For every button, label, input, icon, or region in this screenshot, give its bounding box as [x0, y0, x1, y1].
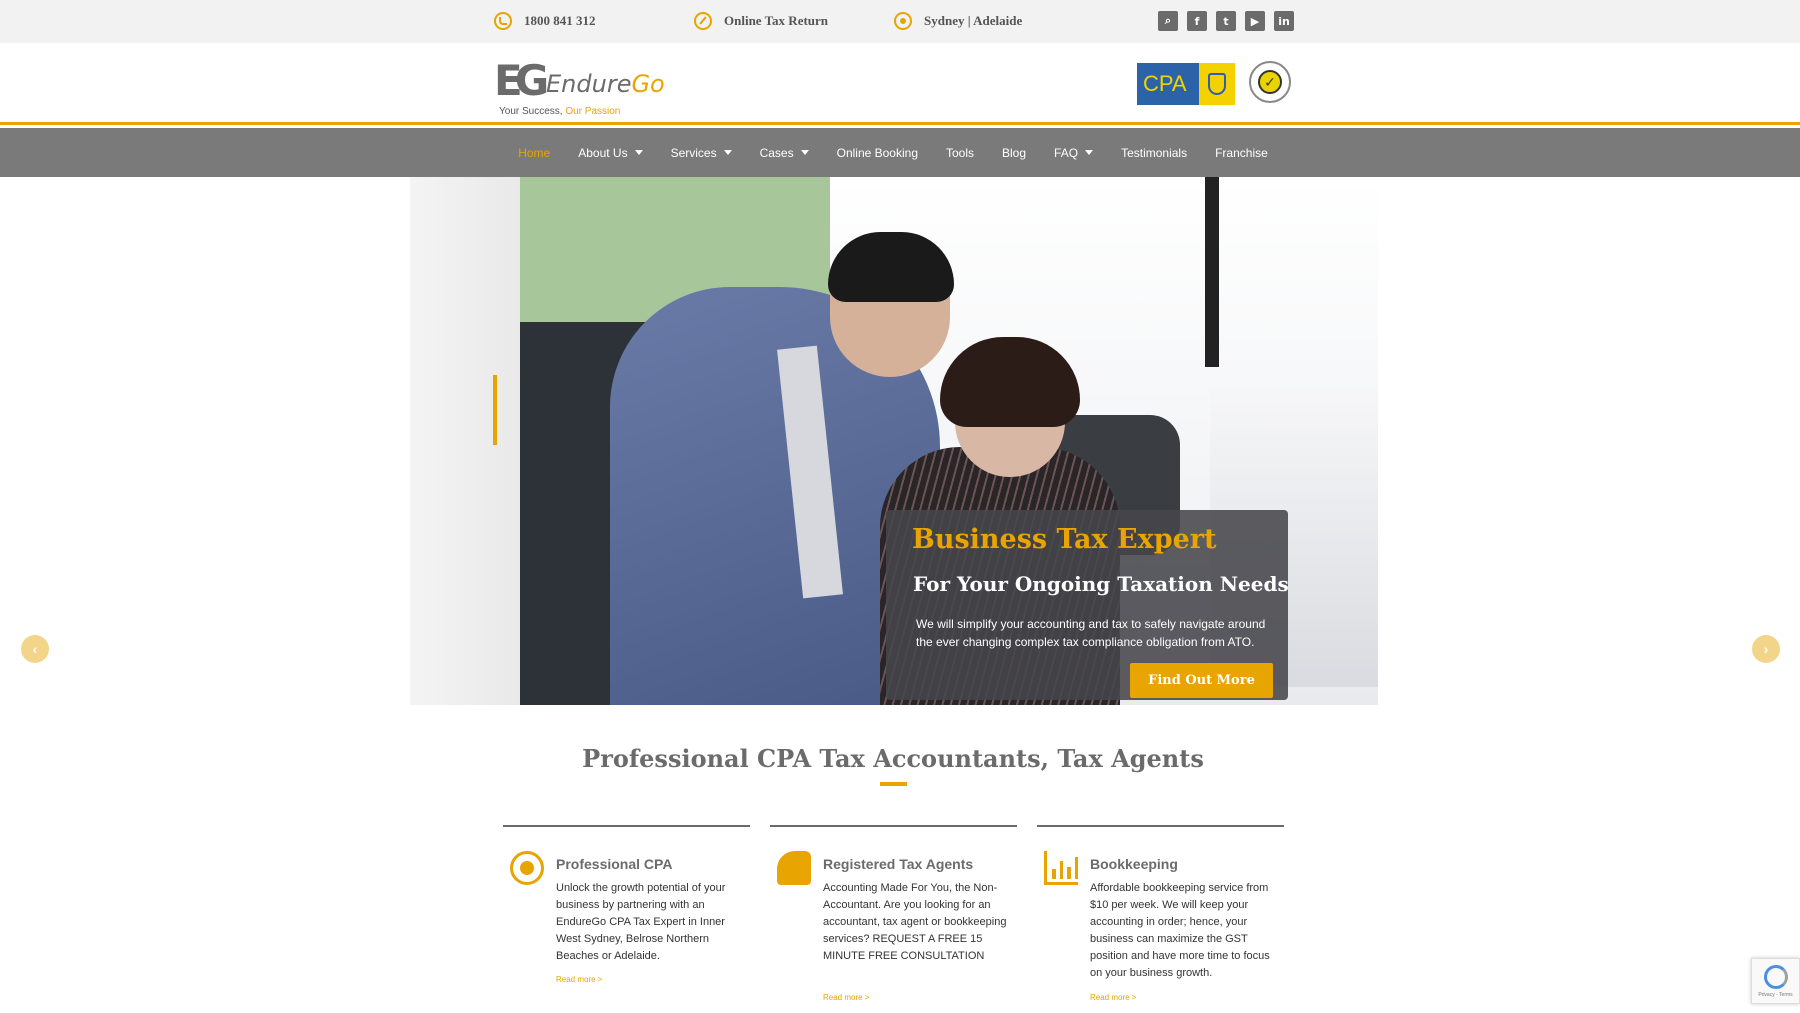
chevron-right-icon: ›: [1763, 641, 1769, 657]
site-logo[interactable]: EG EndureGo Your Success, Our Passion: [494, 56, 674, 117]
twitter-icon[interactable]: t: [1216, 11, 1236, 31]
locations-label: Sydney | Adelaide: [924, 13, 1023, 28]
nav-item-label: Online Booking: [836, 145, 918, 160]
main-nav: Home About Us Services Cases Online Booking T…: [0, 128, 1800, 177]
search-icon[interactable]: ⌕: [1158, 11, 1178, 31]
hero-title: Business Tax Expert: [912, 524, 1217, 555]
bar-chart-icon: [1044, 851, 1078, 885]
nav-item-about-us[interactable]: About Us: [564, 146, 656, 160]
feature-title: Professional CPA: [556, 856, 673, 872]
hero-text: We will simplify your accounting and tax…: [916, 617, 1266, 649]
read-more-link[interactable]: Read more >: [823, 993, 869, 1002]
online-tax-link[interactable]: Online Tax Return: [694, 12, 828, 30]
phone-link[interactable]: 1800 841 312: [494, 12, 596, 30]
registered-tax-agent-seal-icon: ✓: [1249, 61, 1291, 103]
nav-item-online-booking[interactable]: Online Booking: [823, 146, 932, 160]
nav-item-label: FAQ: [1054, 145, 1079, 160]
nav-item-label: Home: [518, 145, 551, 160]
feature-desc: Affordable bookkeeping service from $10 …: [1090, 882, 1270, 979]
nav-item-home[interactable]: Home: [504, 146, 564, 160]
nav-item-label: About Us: [578, 145, 628, 160]
top-bar: 1800 841 312 Online Tax Return Sydney | …: [0, 0, 1800, 43]
feature-title: Registered Tax Agents: [823, 856, 974, 872]
nav-item-label: Services: [670, 145, 717, 160]
hero-subtitle: For Your Ongoing Taxation Needs: [913, 572, 1289, 596]
logo-wordmark: EndureGo: [546, 70, 665, 98]
nav-item-franchise[interactable]: Franchise: [1201, 146, 1282, 160]
site-header: EG EndureGo Your Success, Our Passion CP…: [0, 43, 1800, 125]
feature-card: Bookkeeping Affordable bookkeeping servi…: [1037, 825, 1284, 1002]
knight-icon: [777, 851, 811, 885]
facebook-icon[interactable]: f: [1187, 11, 1207, 31]
nav-item-testimonials[interactable]: Testimonials: [1107, 146, 1201, 160]
locations-link[interactable]: Sydney | Adelaide: [894, 12, 1022, 30]
pen-icon: [694, 12, 712, 30]
caret-down-icon: [1085, 150, 1094, 155]
nav-item-faq[interactable]: FAQ: [1040, 146, 1107, 160]
feature-card: Professional CPA Unlock the growth poten…: [503, 825, 750, 984]
online-tax-label: Online Tax Return: [724, 13, 829, 28]
nav-item-label: Cases: [759, 145, 794, 160]
section-underline: [880, 782, 907, 786]
nav-item-cases[interactable]: Cases: [746, 146, 823, 160]
feature-desc: Accounting Made For You, the Non-Account…: [823, 882, 1007, 962]
feature-desc: Unlock the growth potential of your busi…: [556, 882, 726, 962]
feature-card: Registered Tax Agents Accounting Made Fo…: [770, 825, 1017, 1002]
cpa-text: CPA: [1143, 71, 1187, 96]
hero-caption: Business Tax Expert For Your Ongoing Tax…: [886, 510, 1289, 700]
youtube-icon[interactable]: ▶: [1245, 11, 1265, 31]
cpa-badge: CPA: [1137, 63, 1235, 105]
linkedin-icon[interactable]: in: [1274, 11, 1294, 31]
find-out-more-button[interactable]: Find Out More: [1130, 663, 1273, 698]
logo-tagline: Your Success, Our Passion: [499, 106, 621, 117]
read-more-link[interactable]: Read more >: [1090, 993, 1136, 1002]
cpa-crest-icon: [1199, 63, 1235, 105]
nav-item-blog[interactable]: Blog: [988, 146, 1040, 160]
caret-down-icon: [723, 150, 732, 155]
phone-number: 1800 841 312: [524, 13, 596, 28]
target-icon: [510, 851, 544, 885]
slider-prev-button[interactable]: ‹: [21, 635, 49, 663]
nav-item-tools[interactable]: Tools: [932, 146, 988, 160]
slider-next-button[interactable]: ›: [1752, 635, 1780, 663]
location-pin-icon: [894, 12, 912, 30]
read-more-link[interactable]: Read more >: [556, 975, 602, 984]
caret-down-icon: [634, 150, 643, 155]
nav-item-label: Blog: [1002, 145, 1027, 160]
slide-accent-bar: [493, 375, 497, 445]
recaptcha-icon: [1763, 964, 1788, 989]
recaptcha-badge[interactable]: Privacy - Terms: [1751, 958, 1800, 1004]
feature-title: Bookkeeping: [1090, 856, 1178, 872]
nav-item-label: Tools: [946, 145, 975, 160]
caret-down-icon: [800, 150, 809, 155]
chevron-left-icon: ‹: [32, 641, 38, 657]
phone-icon: [494, 12, 512, 30]
nav-item-label: Franchise: [1215, 145, 1268, 160]
recaptcha-text: Privacy - Terms: [1758, 991, 1793, 998]
nav-item-services[interactable]: Services: [657, 146, 746, 160]
social-links: ⌕ f t ▶ in: [1158, 11, 1294, 31]
logo-mark: EG: [494, 56, 549, 105]
section-title: Professional CPA Tax Accountants, Tax Ag…: [582, 744, 1204, 773]
nav-item-label: Testimonials: [1121, 145, 1188, 160]
